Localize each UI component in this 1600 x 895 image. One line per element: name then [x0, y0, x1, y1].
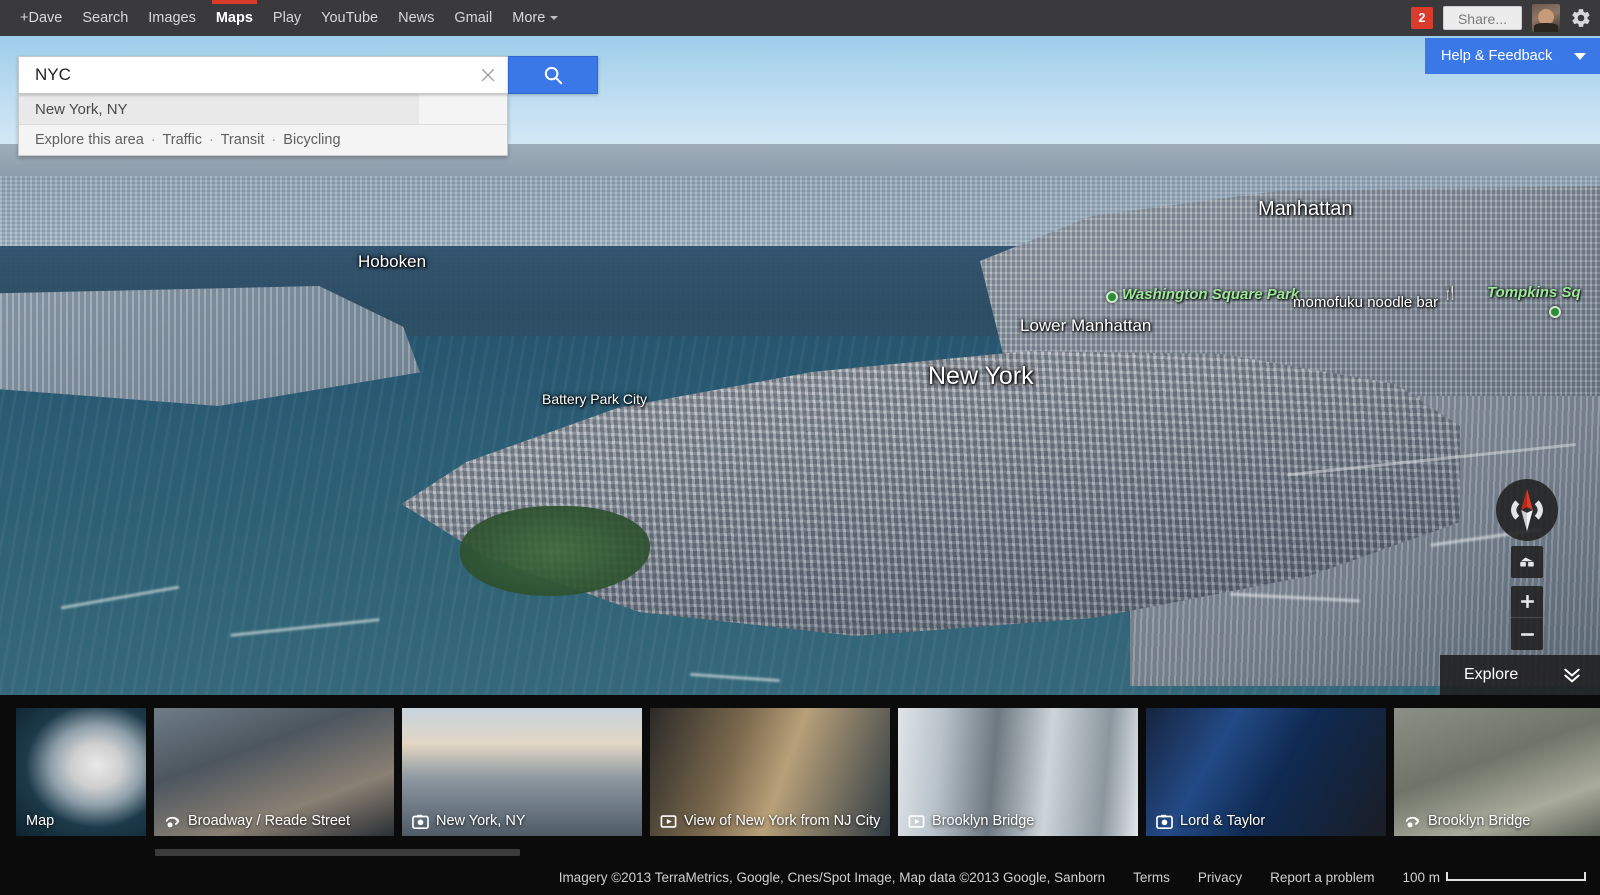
- gbar-link-images[interactable]: Images: [138, 0, 206, 36]
- thumb-title: New York, NY: [436, 813, 525, 829]
- street-view-pegman[interactable]: [1511, 546, 1543, 578]
- double-chevron-down-icon: [1562, 667, 1582, 684]
- quick-link-transit[interactable]: Transit: [221, 132, 265, 148]
- video-icon: [660, 814, 677, 829]
- thumb-broadway-reade-street[interactable]: Broadway / Reade Street: [154, 708, 394, 836]
- map-control-stack: [1511, 546, 1543, 650]
- search-row: [18, 56, 598, 94]
- thumb-brooklyn-bridge-streetview[interactable]: Brooklyn Bridge: [1394, 708, 1600, 836]
- thumb-label: New York, NY: [402, 806, 642, 836]
- thumb-lord-and-taylor[interactable]: Lord & Taylor: [1146, 708, 1386, 836]
- streetview-icon: [1404, 814, 1421, 829]
- thumb-view-of-new-york-from-nj-city[interactable]: View of New York from NJ City: [650, 708, 890, 836]
- thumb-map[interactable]: Map: [16, 708, 146, 836]
- google-nav-links: +Dave Search Images Maps Play YouTube Ne…: [0, 0, 568, 36]
- suggestion-new-york-ny[interactable]: New York, NY: [19, 94, 507, 125]
- gbar-link-search[interactable]: Search: [72, 0, 138, 36]
- map-scale-bar: [1446, 872, 1586, 881]
- zoom-out-button[interactable]: [1511, 618, 1543, 650]
- search-button[interactable]: [508, 56, 598, 94]
- thumb-new-york-ny[interactable]: New York, NY: [402, 708, 642, 836]
- gbar-link-maps[interactable]: Maps: [206, 0, 263, 36]
- map-scale-label: 100 m: [1402, 870, 1440, 885]
- gear-icon[interactable]: [1570, 7, 1592, 29]
- restaurant-marker-momofuku[interactable]: 🍴: [1442, 285, 1458, 301]
- quick-link-traffic[interactable]: Traffic: [162, 132, 201, 148]
- avatar[interactable]: [1532, 4, 1560, 32]
- footer-link-terms[interactable]: Terms: [1133, 870, 1170, 885]
- map-scale: 100 m: [1402, 870, 1586, 885]
- google-top-bar: +Dave Search Images Maps Play YouTube Ne…: [0, 0, 1600, 36]
- google-bar-account-area: 2 Share...: [1411, 0, 1600, 36]
- zoom-in-button[interactable]: [1511, 586, 1543, 618]
- search-input[interactable]: [19, 57, 468, 93]
- thumb-title: Lord & Taylor: [1180, 813, 1265, 829]
- plus-icon: [1519, 593, 1536, 610]
- photo-strip-scrollbar[interactable]: [0, 849, 1600, 856]
- thumb-label: Brooklyn Bridge: [1394, 806, 1600, 836]
- compass-control[interactable]: [1496, 479, 1558, 541]
- gbar-link-gmail[interactable]: Gmail: [444, 0, 502, 36]
- explore-button[interactable]: Explore: [1440, 655, 1600, 695]
- video-icon: [908, 814, 925, 829]
- thumb-label: Broadway / Reade Street: [154, 806, 394, 836]
- chevron-down-icon: [1574, 53, 1586, 60]
- streetview-icon: [164, 814, 181, 829]
- thumb-label: Brooklyn Bridge: [898, 806, 1138, 836]
- thumb-brooklyn-bridge-video[interactable]: Brooklyn Bridge: [898, 708, 1138, 836]
- imagery-attribution: Imagery ©2013 TerraMetrics, Google, Cnes…: [559, 870, 1105, 885]
- share-button[interactable]: Share...: [1443, 6, 1522, 30]
- thumb-title: Broadway / Reade Street: [188, 813, 350, 829]
- thumb-title: View of New York from NJ City: [684, 813, 880, 829]
- park-marker-washington-square[interactable]: [1106, 291, 1118, 303]
- help-and-feedback-button[interactable]: Help & Feedback: [1425, 38, 1600, 74]
- google-maps-app: +Dave Search Images Maps Play YouTube Ne…: [0, 0, 1600, 895]
- photo-strip: Map Broadway / Reade Street New York, NY Vi…: [0, 695, 1600, 860]
- thumb-title: Brooklyn Bridge: [932, 813, 1034, 829]
- thumb-title: Map: [26, 813, 54, 829]
- search-icon: [542, 64, 564, 86]
- search-panel: New York, NY Explore this area · Traffic…: [18, 56, 598, 156]
- thumb-label: Lord & Taylor: [1146, 806, 1386, 836]
- map-footer: Imagery ©2013 TerraMetrics, Google, Cnes…: [0, 860, 1600, 895]
- search-suggestions: New York, NY Explore this area · Traffic…: [18, 94, 508, 156]
- park-marker-tompkins-square[interactable]: [1549, 306, 1561, 318]
- minus-icon: [1519, 626, 1536, 643]
- photo-strip-scrollbar-thumb[interactable]: [155, 849, 520, 856]
- notification-badge[interactable]: 2: [1411, 7, 1433, 29]
- search-quick-links: Explore this area · Traffic · Transit · …: [19, 125, 507, 155]
- caret-down-icon: [550, 16, 558, 20]
- photo-icon: [412, 814, 429, 829]
- photo-strip-items: Map Broadway / Reade Street New York, NY Vi…: [16, 708, 1600, 836]
- clear-search-button[interactable]: [468, 57, 508, 93]
- quick-link-explore-this-area[interactable]: Explore this area: [35, 132, 144, 148]
- help-and-feedback-label: Help & Feedback: [1441, 48, 1552, 64]
- thumb-label: Map: [16, 806, 146, 836]
- close-icon: [478, 65, 498, 85]
- quick-link-separator: ·: [206, 132, 217, 148]
- gbar-link-more[interactable]: More: [502, 0, 568, 36]
- quick-link-separator: ·: [268, 132, 279, 148]
- photo-icon: [1156, 814, 1173, 829]
- gbar-link-play[interactable]: Play: [263, 0, 311, 36]
- compass-needle-icon: [1498, 481, 1556, 539]
- footer-link-report-a-problem[interactable]: Report a problem: [1270, 870, 1374, 885]
- quick-link-separator: ·: [148, 132, 159, 148]
- gbar-more-label: More: [512, 10, 545, 26]
- thumb-label: View of New York from NJ City: [650, 806, 890, 836]
- pegman-icon: [1517, 553, 1537, 571]
- quick-link-bicycling[interactable]: Bicycling: [283, 132, 340, 148]
- thumb-title: Brooklyn Bridge: [1428, 813, 1530, 829]
- gbar-link-news[interactable]: News: [388, 0, 444, 36]
- explore-label: Explore: [1464, 666, 1518, 684]
- footer-link-privacy[interactable]: Privacy: [1198, 870, 1242, 885]
- search-box[interactable]: [18, 56, 508, 94]
- gbar-link-youtube[interactable]: YouTube: [311, 0, 388, 36]
- gbar-link-dave[interactable]: +Dave: [10, 0, 72, 36]
